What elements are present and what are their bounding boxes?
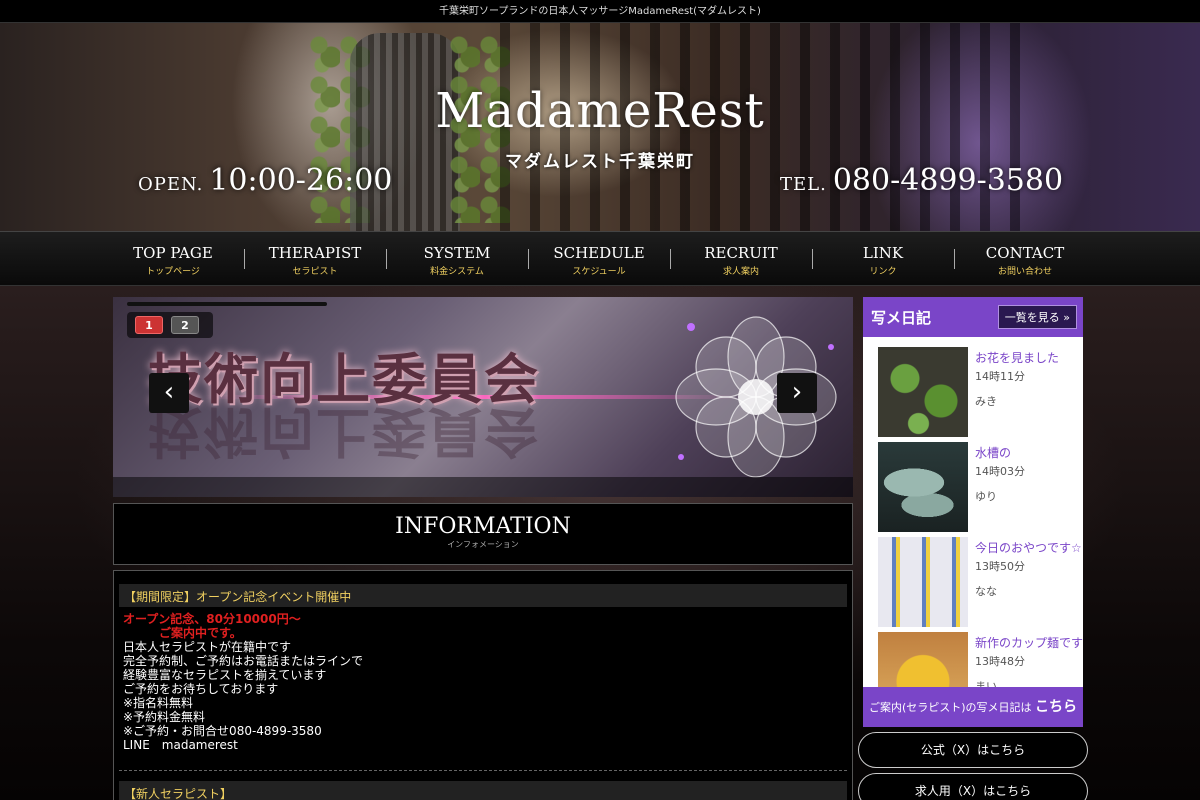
nav-item-schedule[interactable]: SCHEDULE スケジュール [528,232,670,287]
slider-page-button[interactable]: 2 [171,316,199,334]
nav-label-en: LINK [862,244,904,262]
nav-label-en: THERAPIST [268,244,362,262]
news-line: ※ご予約・お問合せ080-4899-3580 [123,724,322,738]
x-official-button[interactable]: 公式（X）はこちら [858,732,1088,768]
chevron-left-icon: ‹ [163,377,175,407]
news-highlight: オープン記念、80分10000円～ [123,612,301,626]
diary-entry[interactable]: 水槽の 14時03分 ゆり [878,442,1083,532]
photo-diary-header: 写メ日記 一覧を見る » [863,297,1083,337]
diary-entry[interactable]: 新作のカップ麺です 13時48分まい [878,632,1083,687]
news-panel: 【期間限定】オープン記念イベント開催中 オープン記念、80分10000円～ ご案… [113,570,853,800]
diary-entry-title[interactable]: お花を見ました [975,349,1059,366]
diary-entry-time: 13時48分 [975,655,1025,668]
news-divider [119,770,847,771]
diary-entry[interactable]: 今日のおやつです☆ 13時50分 なな [878,537,1083,627]
news-line: ご予約をお待ちしております [123,682,279,696]
diary-entry-author: みき [975,395,997,408]
phone-label: TEL. [780,174,827,195]
diary-thumbnail[interactable] [878,347,968,437]
nav-item-top[interactable]: TOP PAGE トップページ [102,232,244,287]
diary-more-link[interactable]: ご案内(セラピスト)の写メ日記は こちらからご覧下さい [863,687,1083,756]
diary-entry-author: ゆり [975,490,997,503]
diary-entry[interactable]: お花を見ました 14時11分 みき [878,347,1083,437]
slider-next-button[interactable]: › [777,373,817,413]
chevron-right-icon: › [791,377,803,407]
slider-bottom-strip [113,477,853,497]
nav-label-ja: リンク [869,267,897,277]
x-recruit-button[interactable]: 求人用（X）はこちら [858,773,1088,800]
view-all-button[interactable]: 一覧を見る » [997,305,1077,329]
flower-decoration [675,316,837,478]
hero-slider: 1 2 技術向上委員会 技術向上委員会 ‹ › [113,297,853,497]
news-line: 日本人セラピストが在籍中です [123,640,292,654]
nav-item-system[interactable]: SYSTEM 料金システム [386,232,528,287]
diary-entry-title[interactable]: 水槽の [975,444,1025,461]
nav-label-ja: トップページ [146,267,200,277]
nav-label-ja: 求人案内 [722,267,759,277]
brand-logo[interactable]: MadameRest [0,83,1200,139]
diary-entry-time: 14時03分 [975,465,1025,478]
top-banner-text: 千葉栄町ソープランドの日本人マッサージMadameRest(マダムレスト) [0,0,1200,23]
diary-entry-title[interactable]: 新作のカップ麺です [975,634,1083,651]
phone-value: 080-4899-3580 [832,163,1064,198]
news-line: 経験豊富なセラピストを揃えています [123,668,327,682]
site-header: MadameRest マダムレスト千葉栄町 OPEN. 10:00-26:00 T… [0,23,1200,231]
information-heading: INFORMATION インフォメーション [113,503,853,565]
news-item-body: オープン記念、80分10000円～ ご案内中です。 日本人セラピストが在籍中です… [119,607,847,752]
diary-entry-title[interactable]: 今日のおやつです☆ [975,539,1082,556]
nav-label-ja: スケジュール [572,267,626,277]
photo-diary-widget: 写メ日記 一覧を見る » お花を見ました 14時11分 みき 水槽の 14時03分 ゆり… [863,297,1083,756]
slide-headline-reflection: 技術向上委員会 [148,400,540,464]
news-line: ※指名料無料 [123,696,194,710]
phone-number[interactable]: TEL. 080-4899-3580 [780,163,1063,198]
slider-page-button[interactable]: 1 [135,316,163,334]
opening-hours: OPEN. 10:00-26:00 [138,163,392,198]
diary-entry-time: 14時11分 [975,370,1025,383]
news-item-title: 【新人セラピスト】 [119,781,847,800]
nav-label-ja: セラピスト [292,267,338,277]
information-title: INFORMATION [395,514,571,539]
news-line: 完全予約制、ご予約はお電話またはラインで [123,654,364,668]
diary-entry-author: なな [975,585,997,598]
diary-thumbnail[interactable] [878,632,968,687]
diary-entry-author: まい [975,680,997,687]
main-nav: TOP PAGE トップページ THERAPIST セラピスト SYSTEM 料金シス… [0,231,1200,286]
news-line: ※予約料金無料 [123,710,206,724]
news-highlight: ご案内中です。 [159,626,242,640]
slider-prev-button[interactable]: ‹ [149,373,189,413]
information-subtitle: インフォメーション [447,540,519,549]
diary-more-small: ご案内(セラピスト)の写メ日記は [868,701,1032,714]
nav-label-en: SCHEDULE [553,244,645,262]
diary-thumbnail[interactable] [878,537,968,627]
diary-thumbnail[interactable] [878,442,968,532]
photo-diary-list: お花を見ました 14時11分 みき 水槽の 14時03分 ゆり 今日のおやつです☆ 13時… [863,337,1083,687]
nav-label-en: TOP PAGE [133,244,213,262]
nav-item-recruit[interactable]: RECRUIT 求人案内 [670,232,812,287]
nav-item-link[interactable]: LINK リンク [812,232,954,287]
slider-progress-bar [127,302,327,306]
news-item-title: 【期間限定】オープン記念イベント開催中 [119,584,847,607]
nav-label-en: SYSTEM [423,244,491,262]
photo-diary-title: 写メ日記 [871,308,932,327]
diary-entry-time: 13時50分 [975,560,1025,573]
news-line: LINE madamerest [123,738,238,752]
nav-item-contact[interactable]: CONTACT お問い合わせ [954,232,1096,287]
nav-label-ja: お問い合わせ [997,267,1052,277]
nav-item-therapist[interactable]: THERAPIST セラピスト [244,232,386,287]
nav-label-ja: 料金システム [430,267,484,277]
nav-label-en: CONTACT [985,244,1065,262]
opening-hours-label: OPEN. [138,174,204,195]
nav-label-en: RECRUIT [704,244,778,262]
opening-hours-value: 10:00-26:00 [209,163,393,198]
